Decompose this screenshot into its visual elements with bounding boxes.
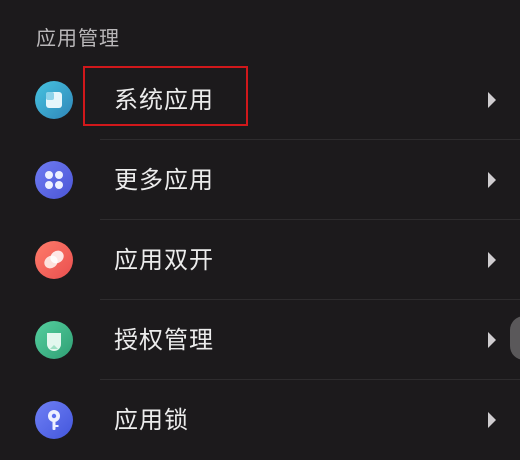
menu-item-more-apps[interactable]: 更多应用 — [0, 140, 520, 220]
menu-item-app-lock[interactable]: 应用锁 — [0, 380, 520, 460]
app-management-list: 系统应用 更多应用 应用双开 授权管理 应用锁 — [0, 60, 520, 460]
menu-item-label: 应用双开 — [114, 246, 214, 274]
menu-item-system-apps[interactable]: 系统应用 — [0, 60, 520, 140]
system-apps-icon — [35, 81, 73, 119]
app-lock-icon — [35, 401, 73, 439]
app-clone-icon — [35, 241, 73, 279]
menu-item-authorization[interactable]: 授权管理 — [0, 300, 520, 380]
menu-item-label: 系统应用 — [114, 86, 214, 114]
chevron-right-icon — [488, 332, 496, 348]
section-header: 应用管理 — [36, 26, 120, 50]
menu-item-label: 应用锁 — [114, 406, 189, 434]
chevron-right-icon — [488, 412, 496, 428]
chevron-right-icon — [488, 92, 496, 108]
more-apps-icon — [35, 161, 73, 199]
chevron-right-icon — [488, 252, 496, 268]
menu-item-label: 更多应用 — [114, 166, 214, 194]
authorization-icon — [35, 321, 73, 359]
menu-item-label: 授权管理 — [114, 326, 214, 354]
edge-scroll-handle[interactable] — [510, 316, 520, 360]
chevron-right-icon — [488, 172, 496, 188]
menu-item-app-clone[interactable]: 应用双开 — [0, 220, 520, 300]
